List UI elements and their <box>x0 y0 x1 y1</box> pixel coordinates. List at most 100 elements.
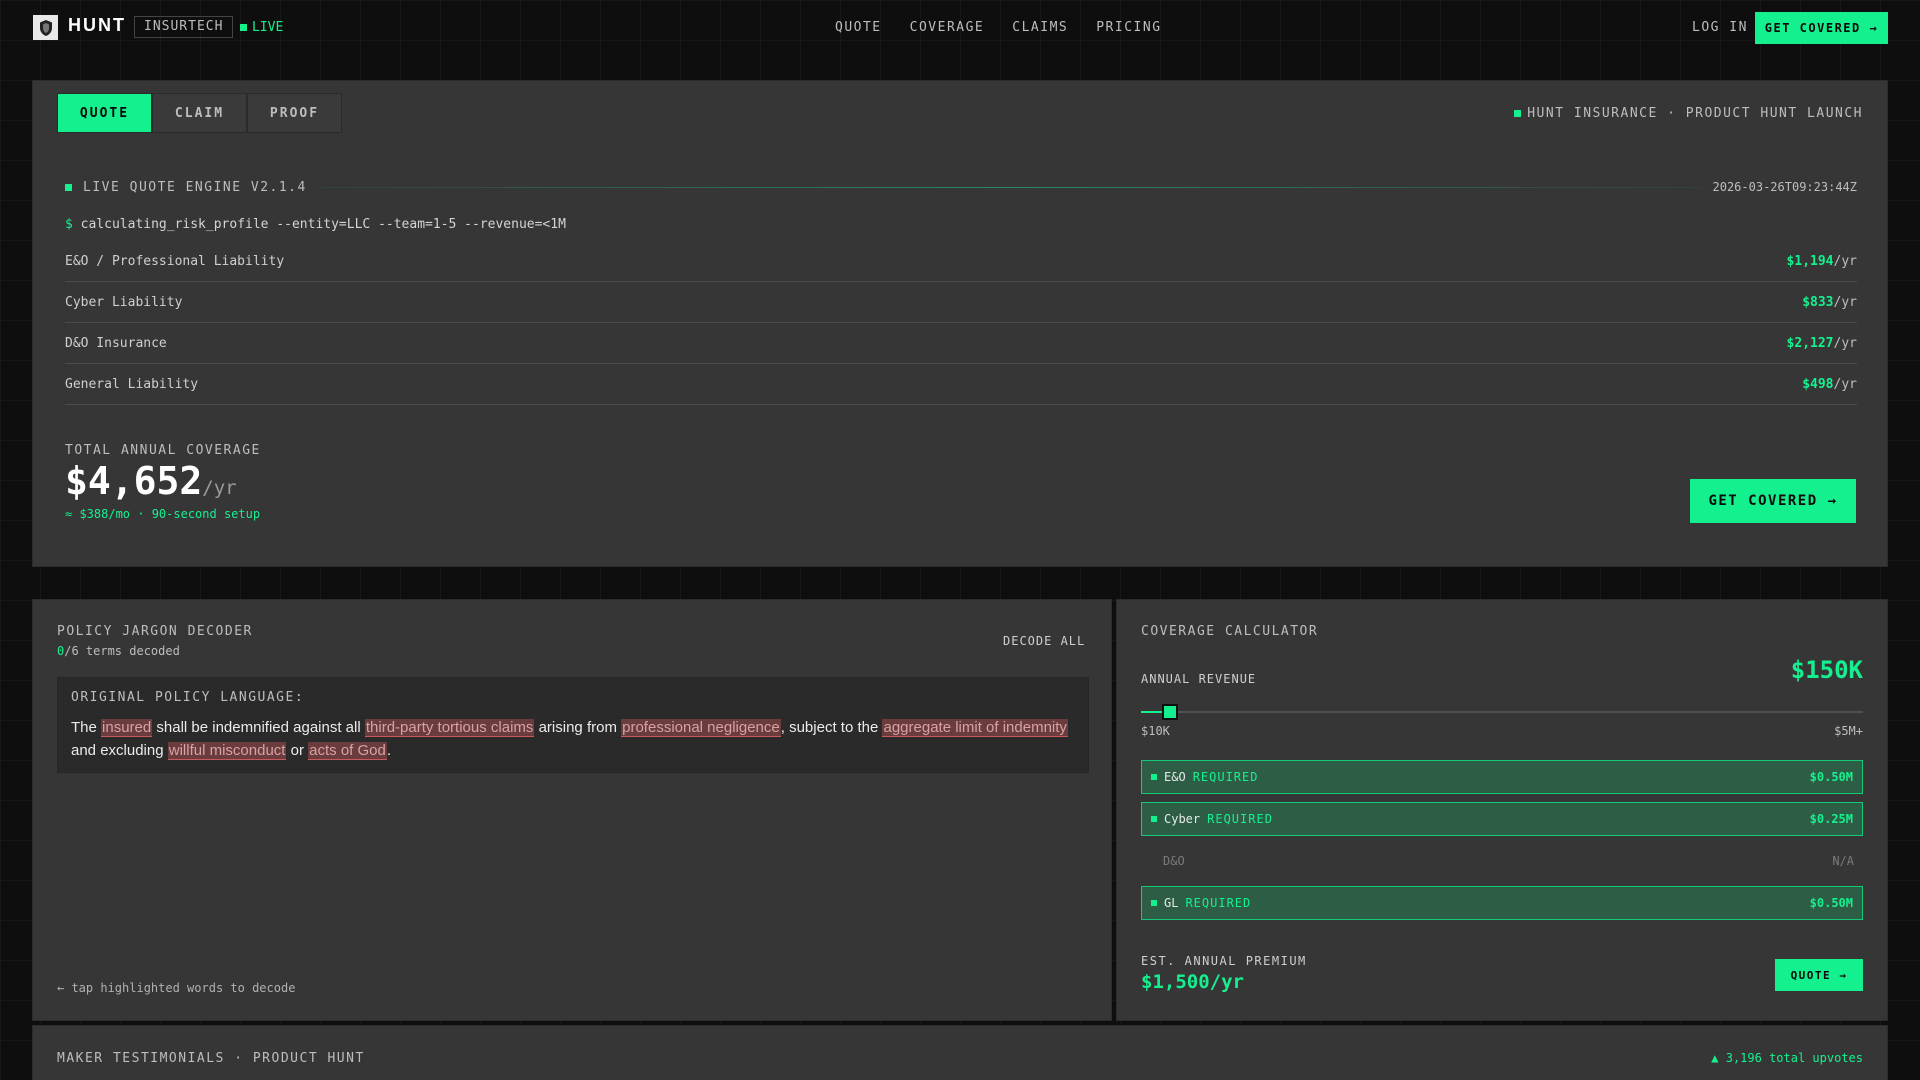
category-tag: INSURTECH <box>134 16 234 38</box>
jargon-term-aggregate-limit[interactable]: aggregate limit of indemnity <box>882 719 1068 737</box>
brand-name[interactable]: HUNT <box>68 15 126 36</box>
coverage-calculator-panel: COVERAGE CALCULATOR ANNUAL REVENUE $150K… <box>1116 599 1888 1021</box>
jargon-term-negligence[interactable]: professional negligence <box>621 719 781 737</box>
total-subtext: ≈ $388/mo · 90-second setup <box>65 507 261 521</box>
engine-label: LIVE QUOTE ENGINE V2.1.4 <box>83 179 307 195</box>
shield-logo-icon[interactable] <box>33 15 58 40</box>
quote-panel: QUOTE CLAIM PROOF HUNT INSURANCE · PRODU… <box>32 80 1888 567</box>
live-label: LIVE <box>252 20 284 35</box>
nav-link-pricing[interactable]: PRICING <box>1096 20 1161 35</box>
coverage-name: General Liability <box>65 376 199 392</box>
total-annual: $4,652/yr <box>65 459 237 503</box>
coverage-row-gl[interactable]: GL REQUIRED $0.50M <box>1141 886 1863 920</box>
coverage-row-amount: $0.50M <box>1809 896 1853 910</box>
revenue-slider[interactable] <box>1141 704 1863 720</box>
coverage-unit: /yr <box>1833 376 1857 392</box>
jargon-decoder-panel: POLICY JARGON DECODER 0/6 terms decoded … <box>32 599 1112 1021</box>
est-premium-label: EST. ANNUAL PREMIUM <box>1141 954 1307 968</box>
testimonials-panel: MAKER TESTIMONIALS · PRODUCT HUNT ▲ 3,19… <box>32 1025 1888 1080</box>
coverage-name: E&O / Professional Liability <box>65 253 285 269</box>
prompt-symbol: $ <box>65 217 73 232</box>
coverage-name: Cyber Liability <box>65 294 183 310</box>
policy-text-segment: or <box>286 742 309 759</box>
launch-dot-icon <box>1514 110 1522 117</box>
total-label: TOTAL ANNUAL COVERAGE <box>65 443 261 458</box>
coverage-row-status: REQUIRED <box>1192 770 1259 784</box>
total-unit: /yr <box>202 477 237 499</box>
tab-quote[interactable]: QUOTE <box>57 93 152 133</box>
slider-min-label: $10K <box>1141 724 1170 738</box>
coverage-unit: /yr <box>1833 335 1857 351</box>
required-dot-icon <box>1151 900 1157 906</box>
live-dot-icon <box>240 24 247 31</box>
coverage-unit: /yr <box>1833 253 1857 269</box>
slider-max-label: $5M+ <box>1834 724 1863 738</box>
decode-all-button[interactable]: DECODE ALL <box>1003 634 1085 648</box>
engine-timestamp: 2026-03-26T09:23:44Z <box>1712 180 1858 194</box>
policy-text-segment: shall be indemnified against all <box>152 719 365 736</box>
quote-button[interactable]: QUOTE → <box>1775 959 1863 991</box>
policy-text-segment: The <box>71 719 102 736</box>
coverage-row-eo[interactable]: E&O REQUIRED $0.50M <box>1141 760 1863 794</box>
coverage-unit: /yr <box>1833 294 1857 310</box>
coverage-price: $2,127 <box>1786 335 1834 351</box>
original-language-label: ORIGINAL POLICY LANGUAGE: <box>71 690 305 705</box>
coverage-price: $1,194 <box>1786 253 1834 269</box>
launch-label: HUNT INSURANCE · PRODUCT HUNT LAUNCH <box>1514 106 1863 121</box>
coverage-list: E&O REQUIRED $0.50M Cyber REQUIRED $0.25M … <box>1141 760 1863 928</box>
nav-get-covered-button[interactable]: GET COVERED → <box>1755 12 1888 44</box>
coverage-row-name: D&O <box>1163 854 1185 868</box>
nav-link-quote[interactable]: QUOTE <box>835 20 882 35</box>
coverage-row-status: REQUIRED <box>1207 812 1273 826</box>
quote-line: E&O / Professional Liability $1,194/yr <box>65 241 1857 282</box>
decode-hint: ← tap highlighted words to decode <box>57 981 296 995</box>
jargon-term-tortious-claims[interactable]: third-party tortious claims <box>364 719 535 737</box>
policy-text-segment: . <box>386 742 392 759</box>
tab-claim[interactable]: CLAIM <box>152 93 247 133</box>
coverage-price: $833 <box>1802 294 1834 310</box>
quote-line: General Liability $498/yr <box>65 364 1857 405</box>
policy-text-segment: arising from <box>534 719 622 736</box>
get-covered-button[interactable]: GET COVERED → <box>1690 479 1856 523</box>
quote-line: Cyber Liability $833/yr <box>65 282 1857 323</box>
slider-thumb[interactable] <box>1161 704 1178 720</box>
required-dot-icon <box>1151 816 1157 822</box>
tab-proof[interactable]: PROOF <box>247 93 342 133</box>
jargon-term-willful-misconduct[interactable]: willful misconduct <box>167 742 287 760</box>
total-value: $4,652 <box>65 459 203 503</box>
coverage-row-amount: N/A <box>1832 854 1854 868</box>
decoded-suffix: /6 terms decoded <box>64 644 180 658</box>
login-link[interactable]: LOG IN <box>1692 20 1748 35</box>
policy-text-segment: , subject to the <box>780 719 883 736</box>
coverage-row-cyber[interactable]: Cyber REQUIRED $0.25M <box>1141 802 1863 836</box>
est-premium-value: $1,500/yr <box>1141 971 1244 993</box>
jargon-term-insured[interactable]: insured <box>101 719 153 737</box>
testimonials-title: MAKER TESTIMONIALS · PRODUCT HUNT <box>57 1051 365 1066</box>
top-nav: HUNT INSURTECH LIVE QUOTE COVERAGE CLAIM… <box>0 0 1920 54</box>
revenue-value: $150K <box>1790 656 1863 684</box>
calculator-title: COVERAGE CALCULATOR <box>1141 624 1319 639</box>
revenue-label: ANNUAL REVENUE <box>1141 672 1257 686</box>
coverage-row-name: Cyber <box>1164 812 1201 826</box>
nav-links: QUOTE COVERAGE CLAIMS PRICING <box>835 20 1162 35</box>
policy-text: The insured shall be indemnified against… <box>71 716 1071 762</box>
quote-line: D&O Insurance $2,127/yr <box>65 323 1857 364</box>
jargon-term-acts-of-god[interactable]: acts of God <box>308 742 387 760</box>
engine-header: LIVE QUOTE ENGINE V2.1.4 2026-03-26T09:2… <box>65 177 1857 197</box>
command-line: $ calculating_risk_profile --entity=LLC … <box>65 217 566 232</box>
engine-divider <box>318 186 1701 188</box>
engine-status-icon <box>65 183 72 191</box>
nav-link-claims[interactable]: CLAIMS <box>1012 20 1068 35</box>
coverage-row-amount: $0.25M <box>1809 812 1853 826</box>
decoder-title: POLICY JARGON DECODER <box>57 624 253 639</box>
coverage-row-do[interactable]: D&O N/A <box>1141 844 1863 878</box>
required-dot-icon <box>1151 774 1157 780</box>
command-text: calculating_risk_profile --entity=LLC --… <box>80 217 566 232</box>
coverage-row-amount: $0.50M <box>1809 770 1853 784</box>
mode-tabs: QUOTE CLAIM PROOF <box>57 93 342 133</box>
launch-text: HUNT INSURANCE · PRODUCT HUNT LAUNCH <box>1527 106 1863 121</box>
coverage-row-name: E&O <box>1164 770 1186 784</box>
nav-link-coverage[interactable]: COVERAGE <box>910 20 985 35</box>
decoded-count: 0/6 terms decoded <box>57 644 180 658</box>
quote-lines: E&O / Professional Liability $1,194/yr C… <box>65 241 1857 405</box>
